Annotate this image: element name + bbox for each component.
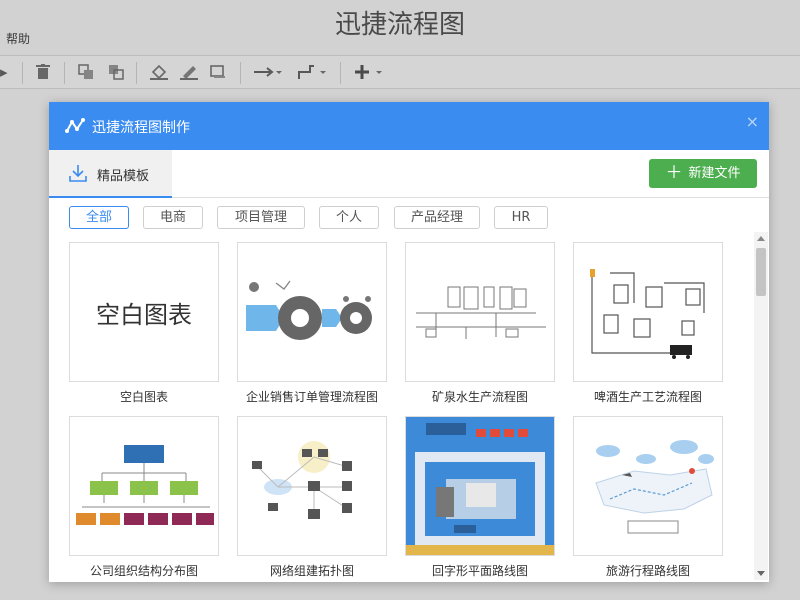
download-icon	[69, 165, 87, 182]
template-card-network[interactable]: 网络组建拓扑图	[237, 416, 387, 579]
template-card-beer[interactable]: 啤酒生产工艺流程图	[573, 242, 723, 405]
template-card-water[interactable]: 矿泉水生产流程图	[405, 242, 555, 405]
template-dialog: 迅捷流程图制作 × 精品模板 ＋新建文件 全部 电商 项目管理 个人 产品经理 …	[49, 102, 769, 582]
template-thumbnail	[573, 242, 723, 382]
template-card-org[interactable]: 公司组织结构分布图	[69, 416, 219, 579]
blank-thumb-text: 空白图表	[96, 301, 192, 329]
filter-personal[interactable]: 个人	[319, 206, 379, 229]
template-grid: 空白图表 空白图表 企业销售订单管理流程图 矿泉水生产流程图 啤酒生产工艺流程图…	[69, 242, 749, 582]
filter-product-manager[interactable]: 产品经理	[394, 206, 480, 229]
template-thumbnail: 空白图表	[69, 242, 219, 382]
filter-all[interactable]: 全部	[69, 206, 129, 229]
tab-label: 精品模板	[97, 169, 150, 184]
scroll-up-icon[interactable]	[757, 236, 765, 241]
dialog-header: 迅捷流程图制作 ×	[49, 102, 769, 150]
template-card-route[interactable]: 回字形平面路线图	[405, 416, 555, 579]
filter-project-management[interactable]: 项目管理	[217, 206, 305, 229]
template-thumbnail	[237, 416, 387, 556]
template-card-blank[interactable]: 空白图表 空白图表	[69, 242, 219, 405]
new-file-label: 新建文件	[688, 166, 741, 181]
flowchart-logo-icon	[65, 118, 85, 133]
template-label: 回字形平面路线图	[431, 564, 528, 578]
filter-ecommerce[interactable]: 电商	[143, 206, 203, 229]
template-label: 企业销售订单管理流程图	[245, 390, 378, 404]
template-label: 啤酒生产工艺流程图	[593, 390, 702, 404]
new-file-button[interactable]: ＋ 新建文件	[649, 159, 757, 188]
template-label: 公司组织结构分布图	[89, 564, 198, 578]
template-thumbnail	[573, 416, 723, 556]
template-label: 旅游行程路线图	[605, 564, 690, 578]
template-scrollbar[interactable]	[754, 232, 768, 580]
tab-premium-templates[interactable]: 精品模板	[49, 150, 172, 198]
template-thumbnail	[405, 416, 555, 556]
template-label: 矿泉水生产流程图	[431, 390, 528, 404]
dialog-title: 迅捷流程图制作	[92, 120, 190, 136]
template-label: 网络组建拓扑图	[269, 564, 354, 578]
template-card-travel[interactable]: 旅游行程路线图	[573, 416, 723, 579]
scroll-down-icon[interactable]	[757, 571, 765, 576]
template-label: 空白图表	[119, 390, 168, 404]
template-card-sales-order[interactable]: 企业销售订单管理流程图	[237, 242, 387, 405]
plus-icon: ＋	[665, 163, 683, 183]
filter-hr[interactable]: HR	[494, 206, 548, 229]
tab-bar: 精品模板 ＋ 新建文件	[49, 150, 769, 198]
close-icon[interactable]: ×	[746, 112, 759, 131]
template-thumbnail	[405, 242, 555, 382]
template-thumbnail	[237, 242, 387, 382]
template-thumbnail	[69, 416, 219, 556]
scroll-thumb[interactable]	[756, 248, 766, 296]
